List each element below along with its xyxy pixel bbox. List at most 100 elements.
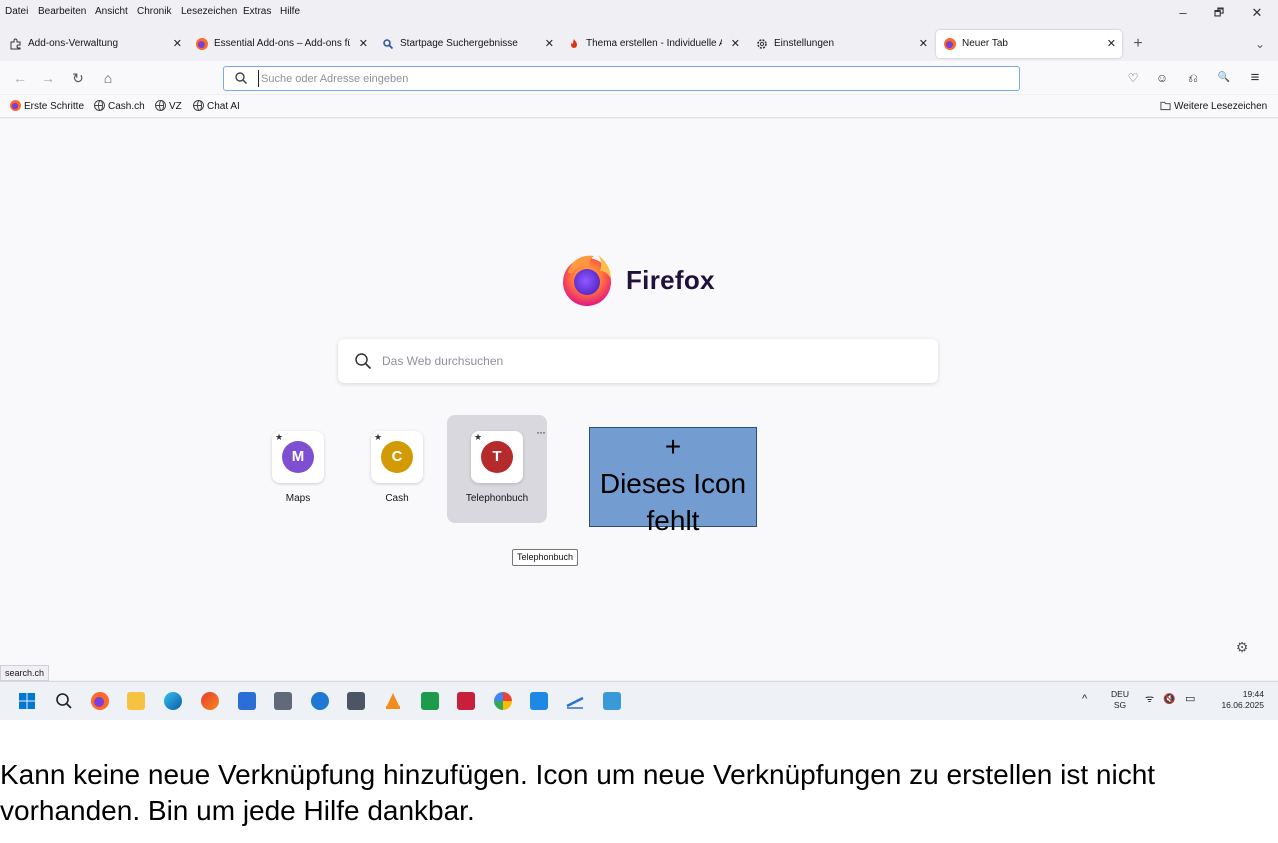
firefox-wordmark: Firefox (626, 265, 715, 295)
tab-close-icon[interactable]: ✕ (545, 30, 554, 58)
taskbar-edge-icon[interactable] (164, 692, 182, 710)
volume-icon[interactable]: 🔇 (1163, 694, 1175, 705)
tab-label: Einstellungen (774, 38, 835, 49)
firefox-icon (10, 100, 21, 111)
bookmark-vz[interactable]: VZ (155, 100, 182, 114)
menu-datei[interactable]: Datei (5, 6, 28, 17)
menu-extras[interactable]: Extras (243, 6, 271, 17)
annotation-line-1: Dieses Icon (599, 468, 747, 499)
shortcut-letter-icon: M (282, 441, 314, 473)
tab-startpage[interactable]: Startpage Suchergebnisse ✕ (374, 30, 560, 58)
web-search-box[interactable] (338, 339, 938, 383)
globe-icon (155, 100, 166, 111)
clock-time: 19:44 (1242, 689, 1264, 699)
gear-icon (757, 39, 767, 49)
puzzle-icon (10, 38, 21, 50)
bookmark-cash-ch[interactable]: Cash.ch (94, 100, 145, 114)
menu-bearbeiten[interactable]: Bearbeiten (38, 6, 86, 17)
menu-hilfe[interactable]: Hilfe (280, 6, 300, 17)
pin-icon: ★ (275, 432, 284, 442)
bookmark-chat-ai[interactable]: Chat AI (193, 100, 240, 114)
shortcut-tooltip: Telephonbuch (512, 549, 579, 566)
taskbar-explorer-icon[interactable] (127, 692, 145, 710)
bookmark-label: Erste Schritte (24, 101, 85, 112)
new-tab-button[interactable]: + (1128, 30, 1148, 58)
taskbar-calculator-icon[interactable] (347, 692, 365, 710)
menu-chronik[interactable]: Chronik (137, 6, 171, 17)
menu-bar: Datei Bearbeiten Ansicht Chronik Lesezei… (0, 0, 1278, 26)
taskbar-excel-icon[interactable] (421, 692, 439, 710)
firefox-icon (944, 38, 956, 50)
tab-close-icon[interactable]: ✕ (731, 30, 740, 58)
tab-close-icon[interactable]: ✕ (359, 30, 368, 58)
minimize-button[interactable]: – (1168, 3, 1198, 23)
tab-close-icon[interactable]: ✕ (173, 30, 182, 58)
shortcut-tile: ★ M (272, 431, 324, 483)
bookmark-label: Cash.ch (108, 101, 145, 112)
tab-label: Essential Add-ons – Add-ons fü (214, 38, 350, 49)
search-addon-icon[interactable]: 🔍 (1213, 67, 1235, 89)
url-input[interactable] (258, 70, 998, 87)
tab-neuer-tab[interactable]: Neuer Tab ✕ (936, 30, 1122, 58)
tray-chevron-icon[interactable]: ^ (1082, 694, 1087, 705)
taskbar-store-icon[interactable] (530, 692, 548, 710)
menu-ansicht[interactable]: Ansicht (95, 6, 128, 17)
firefox-window: Datei Bearbeiten Ansicht Chronik Lesezei… (0, 0, 1278, 720)
windows-taskbar: ^ DEU SG ᯤ 🔇 ▭ 19:44 16.06.2025 (0, 681, 1278, 720)
account-icon[interactable]: ☺ (1151, 67, 1173, 89)
taskbar-ruler-icon[interactable] (566, 692, 584, 710)
taskbar-app-icon[interactable] (311, 692, 329, 710)
shortcut-cash[interactable]: ★ C Cash (347, 415, 447, 523)
windows-start-icon[interactable] (18, 692, 36, 710)
taskbar-search-icon[interactable] (55, 692, 73, 710)
taskbar-firefox-icon[interactable] (91, 692, 109, 710)
taskbar-ccleaner-icon[interactable] (201, 692, 219, 710)
extensions-icon[interactable]: ⎌ (1182, 67, 1204, 89)
web-search-input[interactable] (382, 351, 922, 371)
taskbar-word-icon[interactable] (238, 692, 256, 710)
tab-einstellungen[interactable]: Einstellungen ✕ (748, 30, 934, 58)
bookmark-label: Chat AI (207, 101, 240, 112)
reload-button[interactable]: ↻ (67, 67, 89, 89)
search-icon (235, 72, 248, 85)
menu-lesezeichen[interactable]: Lesezeichen (181, 6, 237, 17)
globe-icon (193, 100, 204, 111)
battery-icon[interactable]: ▭ (1185, 694, 1195, 705)
home-button[interactable]: ⌂ (97, 67, 119, 89)
restore-button[interactable]: 🗗 (1204, 3, 1234, 23)
bookmark-erste-schritte[interactable]: Erste Schritte (10, 100, 84, 114)
shortcut-maps[interactable]: ★ M Maps (248, 415, 348, 523)
taskbar-screenshot-icon[interactable] (603, 692, 621, 710)
taskbar-vlc-icon[interactable] (384, 692, 402, 710)
shortcut-telephonbuch[interactable]: ★ T ··· Telephonbuch (447, 415, 547, 523)
shortcut-more-icon[interactable]: ··· (536, 425, 546, 439)
navigation-bar: ← → ↻ ⌂ ♡ ☺ ⎌ 🔍 ≡ (0, 61, 1278, 94)
taskbar-keepass-icon[interactable] (457, 692, 475, 710)
menu-icon[interactable]: ≡ (1244, 67, 1266, 89)
tab-close-icon[interactable]: ✕ (919, 30, 928, 58)
keyboard-layout: SG (1113, 700, 1127, 710)
wifi-icon[interactable]: ᯤ (1145, 694, 1154, 705)
pocket-icon[interactable]: ♡ (1122, 67, 1144, 89)
firefox-icon (196, 38, 208, 50)
taskbar-solitaire-icon[interactable] (274, 692, 292, 710)
forward-button[interactable]: → (37, 67, 59, 89)
taskbar-clock[interactable]: 19:44 16.06.2025 (1208, 689, 1264, 711)
close-window-button[interactable]: ✕ (1242, 3, 1272, 23)
pin-icon: ★ (374, 432, 383, 442)
taskbar-photos-icon[interactable] (494, 692, 512, 710)
flame-icon (571, 39, 577, 48)
list-all-tabs-button[interactable]: ⌄ (1250, 30, 1270, 58)
tab-close-icon[interactable]: ✕ (1107, 30, 1116, 58)
input-language[interactable]: DEU SG (1106, 689, 1134, 711)
customize-gear-icon[interactable]: ⚙ (1234, 639, 1250, 655)
other-bookmarks-button[interactable]: Weitere Lesezeichen (1160, 100, 1267, 114)
tab-thema-erstellen[interactable]: Thema erstellen - Individuelle A ✕ (560, 30, 746, 58)
tab-essential-addons[interactable]: Essential Add-ons – Add-ons fü ✕ (188, 30, 374, 58)
annotation-line-2: fehlt (646, 505, 700, 536)
tab-addons-manager[interactable]: Add-ons-Verwaltung ✕ (2, 30, 188, 58)
back-button[interactable]: ← (9, 67, 31, 89)
bookmark-label: VZ (169, 101, 182, 112)
tab-label: Add-ons-Verwaltung (28, 38, 119, 49)
url-bar[interactable] (223, 66, 1020, 91)
